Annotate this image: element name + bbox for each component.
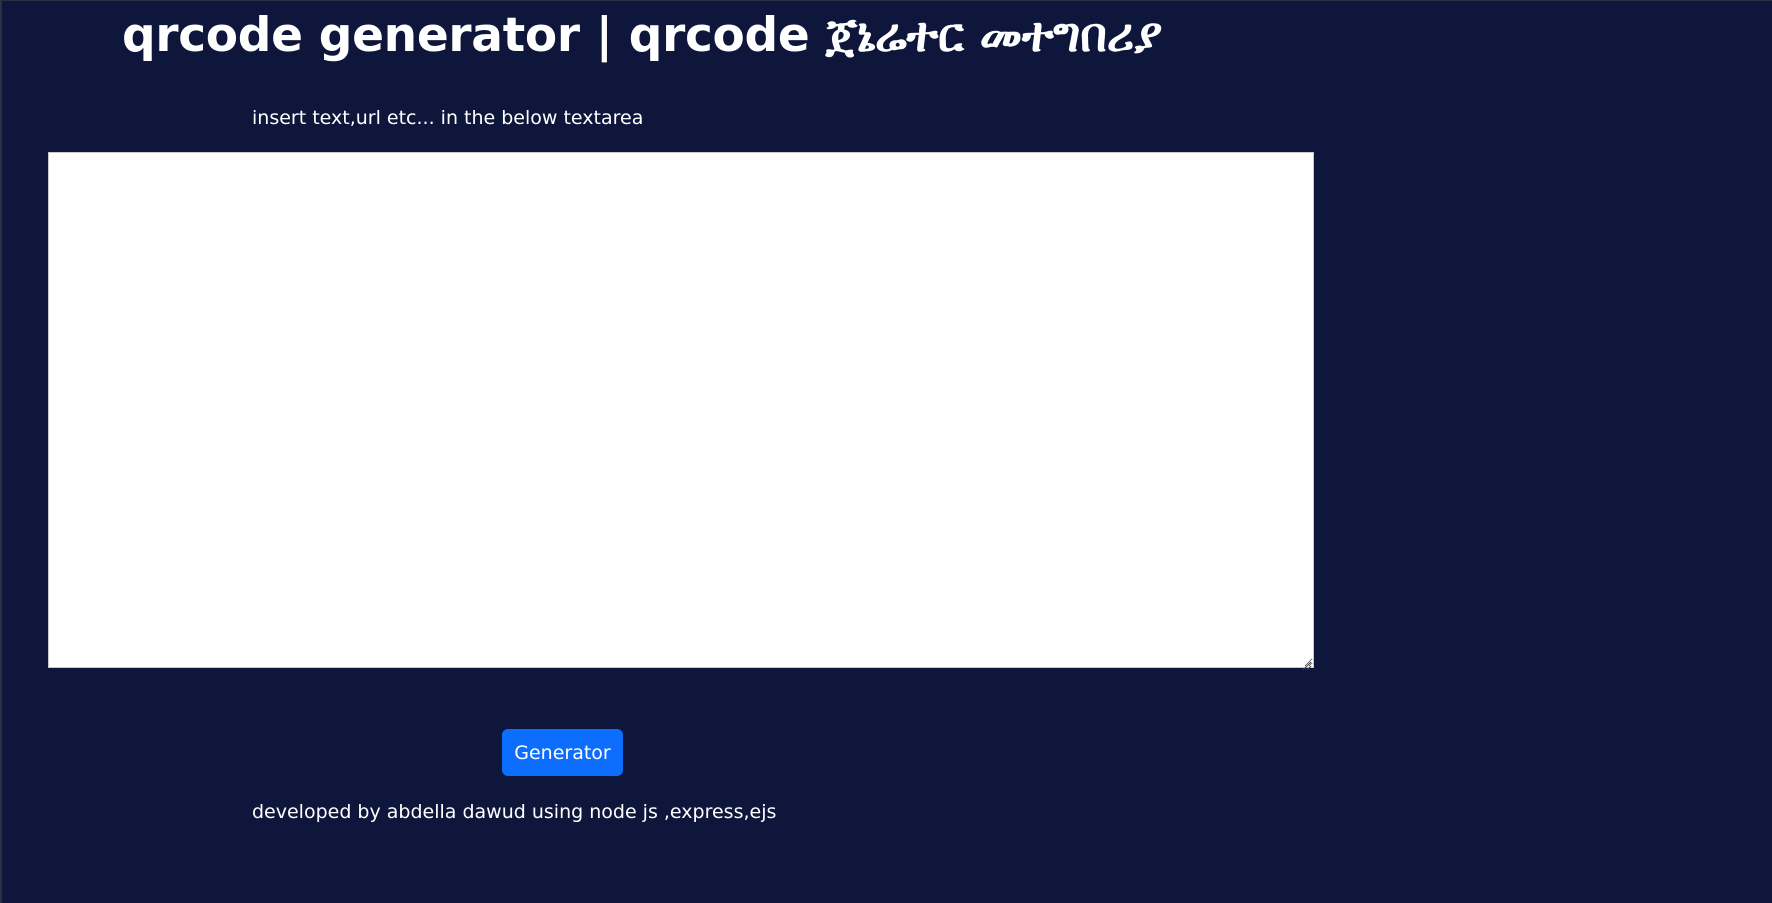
instructions-text: insert text,url etc... in the below text… xyxy=(252,107,644,129)
resize-grip-svg xyxy=(1302,661,1312,671)
resize-grip-icon[interactable] xyxy=(1302,656,1312,671)
page-title: qrcode generator | qrcode ጀኔሬተር መተግበሪያ xyxy=(122,8,1163,63)
generate-button[interactable]: Generator xyxy=(502,729,623,776)
qr-text-input[interactable] xyxy=(48,152,1314,668)
footer-credit: developed by abdella dawud using node js… xyxy=(252,801,777,823)
